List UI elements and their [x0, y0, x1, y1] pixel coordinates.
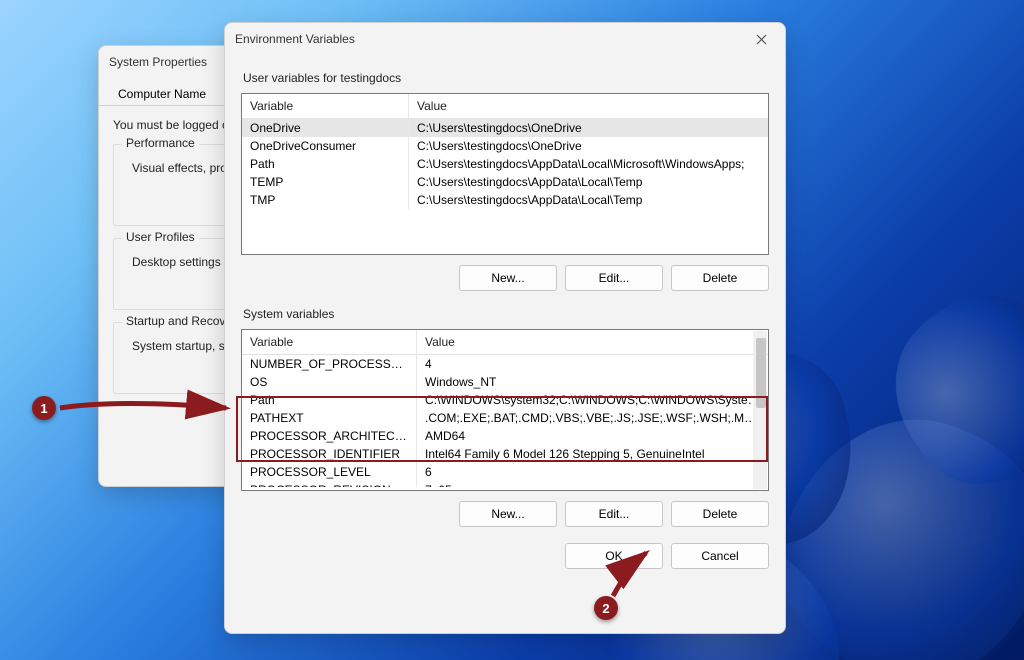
- cell-variable: OneDriveConsumer: [242, 137, 409, 155]
- cell-value: C:\WINDOWS\system32;C:\WINDOWS;C:\WINDOW…: [417, 391, 768, 409]
- table-row[interactable]: OSWindows_NT: [242, 373, 768, 391]
- cell-variable: OneDrive: [242, 119, 409, 137]
- cell-value: C:\Users\testingdocs\AppData\Local\Temp: [409, 191, 768, 209]
- cell-value: 6: [417, 463, 768, 481]
- table-row[interactable]: PROCESSOR_LEVEL6: [242, 463, 768, 481]
- table-row[interactable]: PathC:\Users\testingdocs\AppData\Local\M…: [242, 155, 768, 173]
- table-row[interactable]: TMPC:\Users\testingdocs\AppData\Local\Te…: [242, 191, 768, 209]
- scrollbar-thumb[interactable]: [756, 338, 766, 408]
- cell-value: C:\Users\testingdocs\OneDrive: [409, 137, 768, 155]
- cell-variable: PROCESSOR_IDENTIFIER: [242, 445, 417, 463]
- envvars-titlebar[interactable]: Environment Variables: [225, 23, 785, 55]
- table-row[interactable]: TEMPC:\Users\testingdocs\AppData\Local\T…: [242, 173, 768, 191]
- cell-variable: TMP: [242, 191, 409, 209]
- system-delete-button[interactable]: Delete: [671, 501, 769, 527]
- cell-value: .COM;.EXE;.BAT;.CMD;.VBS;.VBE;.JS;.JSE;.…: [417, 409, 768, 427]
- cell-variable: TEMP: [242, 173, 409, 191]
- col-header-variable[interactable]: Variable: [242, 94, 409, 118]
- table-row[interactable]: PROCESSOR_IDENTIFIERIntel64 Family 6 Mod…: [242, 445, 768, 463]
- cell-value: C:\Users\testingdocs\AppData\Local\Micro…: [409, 155, 768, 173]
- cell-value: C:\Users\testingdocs\OneDrive: [409, 119, 768, 137]
- table-row[interactable]: PROCESSOR_ARCHITECTUREAMD64: [242, 427, 768, 445]
- col-header-value-sys[interactable]: Value: [417, 330, 768, 354]
- cancel-button[interactable]: Cancel: [671, 543, 769, 569]
- cell-variable: PROCESSOR_ARCHITECTURE: [242, 427, 417, 445]
- system-edit-button[interactable]: Edit...: [565, 501, 663, 527]
- table-row[interactable]: PathC:\WINDOWS\system32;C:\WINDOWS;C:\WI…: [242, 391, 768, 409]
- cell-value: 4: [417, 355, 768, 373]
- user-variables-list[interactable]: Variable Value OneDriveC:\Users\testingd…: [241, 93, 769, 255]
- legend-user-profiles: User Profiles: [122, 230, 199, 244]
- ok-button[interactable]: OK: [565, 543, 663, 569]
- cell-value: C:\Users\testingdocs\AppData\Local\Temp: [409, 173, 768, 191]
- user-edit-button[interactable]: Edit...: [565, 265, 663, 291]
- label-system-variables: System variables: [243, 307, 767, 321]
- cell-variable: Path: [242, 391, 417, 409]
- cell-variable: PROCESSOR_LEVEL: [242, 463, 417, 481]
- label-user-variables: User variables for testingdocs: [243, 71, 767, 85]
- cell-value: Intel64 Family 6 Model 126 Stepping 5, G…: [417, 445, 768, 463]
- desktop-wallpaper: System Properties Computer Name Hardware…: [0, 0, 1024, 660]
- tab-computer-name[interactable]: Computer Name: [107, 82, 217, 105]
- col-header-variable-sys[interactable]: Variable: [242, 330, 417, 354]
- user-delete-button[interactable]: Delete: [671, 265, 769, 291]
- envvars-title: Environment Variables: [235, 32, 747, 46]
- cell-variable: PROCESSOR_REVISION: [242, 481, 417, 487]
- legend-performance: Performance: [122, 136, 199, 150]
- table-row[interactable]: PATHEXT.COM;.EXE;.BAT;.CMD;.VBS;.VBE;.JS…: [242, 409, 768, 427]
- cell-value: 7e05: [417, 481, 768, 487]
- user-new-button[interactable]: New...: [459, 265, 557, 291]
- system-variables-list[interactable]: Variable Value NUMBER_OF_PROCESSORS4OSWi…: [241, 329, 769, 491]
- close-icon[interactable]: [747, 25, 775, 53]
- table-row[interactable]: NUMBER_OF_PROCESSORS4: [242, 355, 768, 373]
- col-header-value[interactable]: Value: [409, 94, 768, 118]
- annotation-marker-1: 1: [32, 396, 56, 420]
- cell-variable: Path: [242, 155, 409, 173]
- table-row[interactable]: PROCESSOR_REVISION7e05: [242, 481, 768, 487]
- system-new-button[interactable]: New...: [459, 501, 557, 527]
- cell-variable: PATHEXT: [242, 409, 417, 427]
- cell-variable: NUMBER_OF_PROCESSORS: [242, 355, 417, 373]
- cell-value: AMD64: [417, 427, 768, 445]
- table-row[interactable]: OneDriveConsumerC:\Users\testingdocs\One…: [242, 137, 768, 155]
- table-row[interactable]: OneDriveC:\Users\testingdocs\OneDrive: [242, 119, 768, 137]
- cell-variable: OS: [242, 373, 417, 391]
- cell-value: Windows_NT: [417, 373, 768, 391]
- environment-variables-window: Environment Variables User variables for…: [224, 22, 786, 634]
